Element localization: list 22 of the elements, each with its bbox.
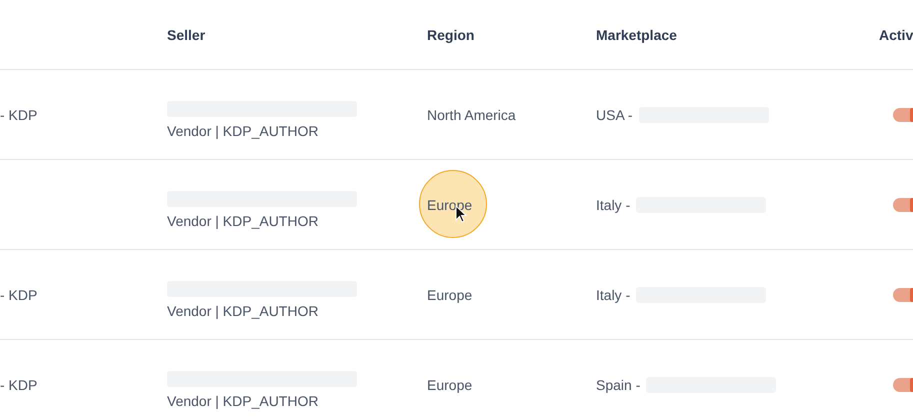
table-cell: North America <box>427 106 516 122</box>
table-cell: Europe <box>427 376 472 392</box>
seller-type: Vendor | KDP_AUTHOR <box>167 122 320 138</box>
seller-type: Vendor | KDP_AUTHOR <box>167 302 320 318</box>
seller-type: Vendor | KDP_AUTHOR <box>167 392 320 408</box>
active-toggle[interactable] <box>893 108 913 122</box>
table-cell: Europe <box>427 286 472 302</box>
active-toggle[interactable] <box>893 378 913 392</box>
seller-type: Vendor | KDP_AUTHOR <box>167 212 320 228</box>
table-cell: Italy - <box>596 286 630 302</box>
column-header: Seller <box>167 26 206 42</box>
active-toggle[interactable] <box>893 288 913 302</box>
table-cell: - KDP <box>0 286 38 302</box>
column-header: Region <box>427 26 476 42</box>
table-cell: - KDP <box>0 106 38 122</box>
column-header: Marketplace <box>596 26 678 42</box>
active-toggle[interactable] <box>893 198 913 212</box>
table-cell: Spain - <box>596 376 640 392</box>
column-header: Activ <box>879 26 913 42</box>
table-cell: - KDP <box>0 376 38 392</box>
table-cell: Italy - <box>596 196 630 212</box>
table-cell: USA - <box>596 106 633 122</box>
